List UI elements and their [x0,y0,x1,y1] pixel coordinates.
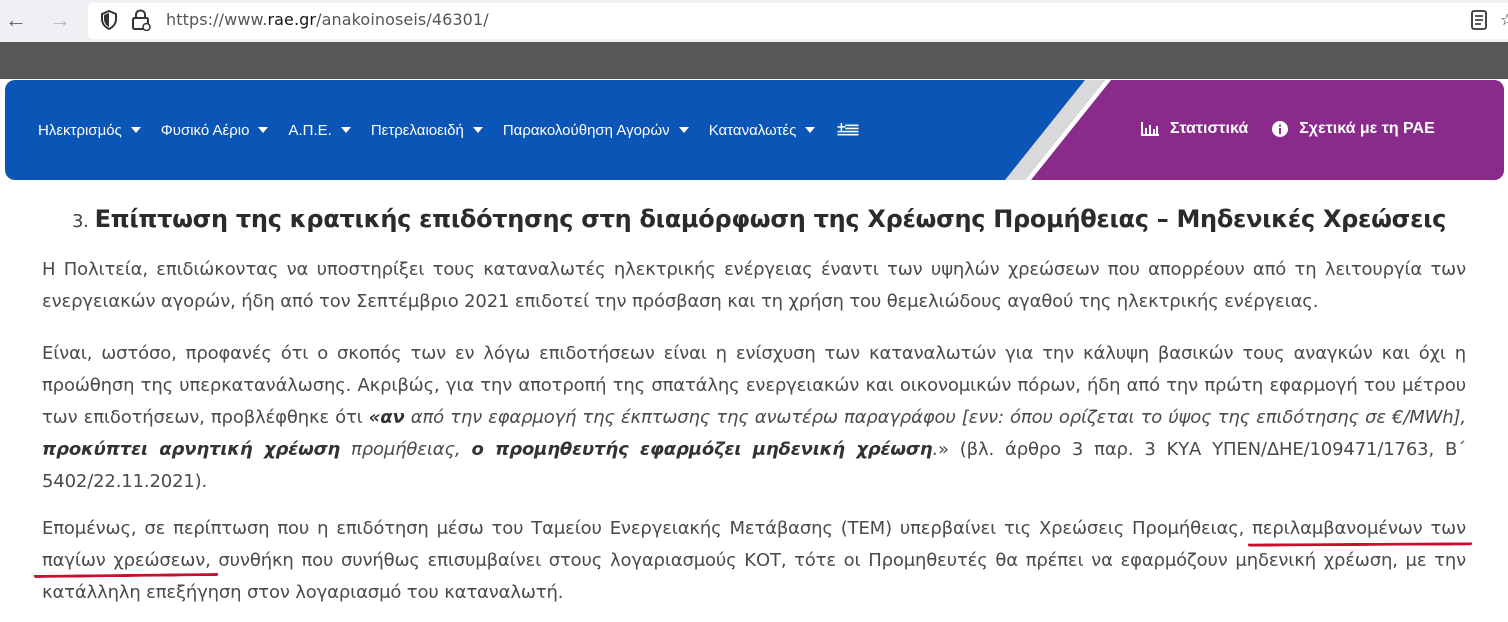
paragraph-2: Είναι, ωστόσο, προφανές ότι ο σκοπός των… [42,338,1466,498]
nav-item-market-monitoring[interactable]: Παρακολούθηση Αγορών [503,122,689,139]
caret-down-icon [130,127,141,133]
heading-text: Επίπτωση της κρατικής επιδότησης στη δια… [94,205,1447,233]
lock-icon[interactable] [131,9,151,31]
nav-item-label: Πετρελαιοειδή [370,121,464,139]
url-prefix: https://www. [166,10,268,29]
p2-text-italic-2: προμήθειας, [340,439,472,460]
paragraph-1: Η Πολιτεία, επιδιώκοντας να υποστηρίξει … [42,259,1466,312]
nav-item-electricity[interactable]: Ηλεκτρισμός [38,122,141,139]
forward-arrow-icon[interactable]: → [46,6,74,34]
nav-item-label: Παρακολούθηση Αγορών [502,121,670,139]
about-label: Σχετικά με τη ΡΑΕ [1299,120,1435,137]
paragraph-3: Επομένως, σε περίπτωση που η επιδότηση μ… [42,513,1466,609]
nav-item-statistics[interactable]: Στατιστικά [1141,120,1248,138]
site-navigation: Ηλεκτρισμός Φυσικό Αέριο Α.Π.Ε. Πετρελαι… [5,80,1504,180]
nav-item-label: Καταναλωτές [708,121,797,139]
caret-down-icon [340,127,351,133]
greek-flag-icon[interactable] [837,123,859,137]
page-top-band [0,42,1508,79]
nav-item-consumers[interactable]: Καταναλωτές [709,122,816,139]
back-arrow-icon[interactable]: ← [2,6,30,34]
bar-chart-icon [1141,122,1159,136]
p2-quote-start: «αν [368,407,405,428]
p3-text-a: Επομένως, σε περίπτωση που η επιδότηση μ… [42,518,1253,539]
p2-emphasis-negative-charge: προκύπτει αρνητική χρέωση [42,439,341,460]
p3-text-c: συνθήκη που συνήθως επισυμβαίνει στους λ… [42,550,1466,603]
url-domain: rae.gr [267,10,317,29]
nav-right-menu: Στατιστικά Σχετικά με τη ΡΑΕ [1141,120,1459,138]
info-icon [1272,121,1289,137]
shield-icon[interactable] [100,10,118,30]
statistics-label: Στατιστικά [1170,120,1249,137]
nav-item-about[interactable]: Σχετικά με τη ΡΑΕ [1272,120,1435,138]
caret-down-icon [678,127,689,133]
reader-view-icon[interactable] [1470,9,1488,31]
nav-menu: Ηλεκτρισμός Φυσικό Αέριο Α.Π.Ε. Πετρελαι… [38,120,859,140]
caret-down-icon [805,127,816,133]
nav-item-label: Α.Π.Ε. [288,121,332,139]
p2-emphasis-zero-charge: ο προμηθευτής εφαρμόζει μηδενική χρέωση [471,439,933,460]
nav-item-natural-gas[interactable]: Φυσικό Αέριο [161,122,269,139]
url-path: /anakoinoseis/46301/ [316,10,489,29]
caret-down-icon [258,127,269,133]
caret-down-icon [472,127,483,133]
url-text[interactable]: https://www.rae.gr/anakoinoseis/46301/ [166,10,489,29]
nav-item-label: Ηλεκτρισμός [38,121,122,139]
nav-item-label: Φυσικό Αέριο [160,121,250,139]
p2-text-italic: από την εφαρμογή της έκπτωσης της ανωτέρ… [404,407,1466,428]
browser-toolbar: ← → https://www.rae.gr/anakoinoseis/4630… [0,0,1508,42]
nav-item-renewables[interactable]: Α.Π.Ε. [288,121,351,139]
heading-number: 3. [72,211,89,232]
nav-item-oil[interactable]: Πετρελαιοειδή [371,122,483,139]
section-heading: 3. Επίπτωση της κρατικής επιδότησης στη δ… [72,205,1446,233]
overflow-icon[interactable]: ☆ [1500,10,1508,30]
